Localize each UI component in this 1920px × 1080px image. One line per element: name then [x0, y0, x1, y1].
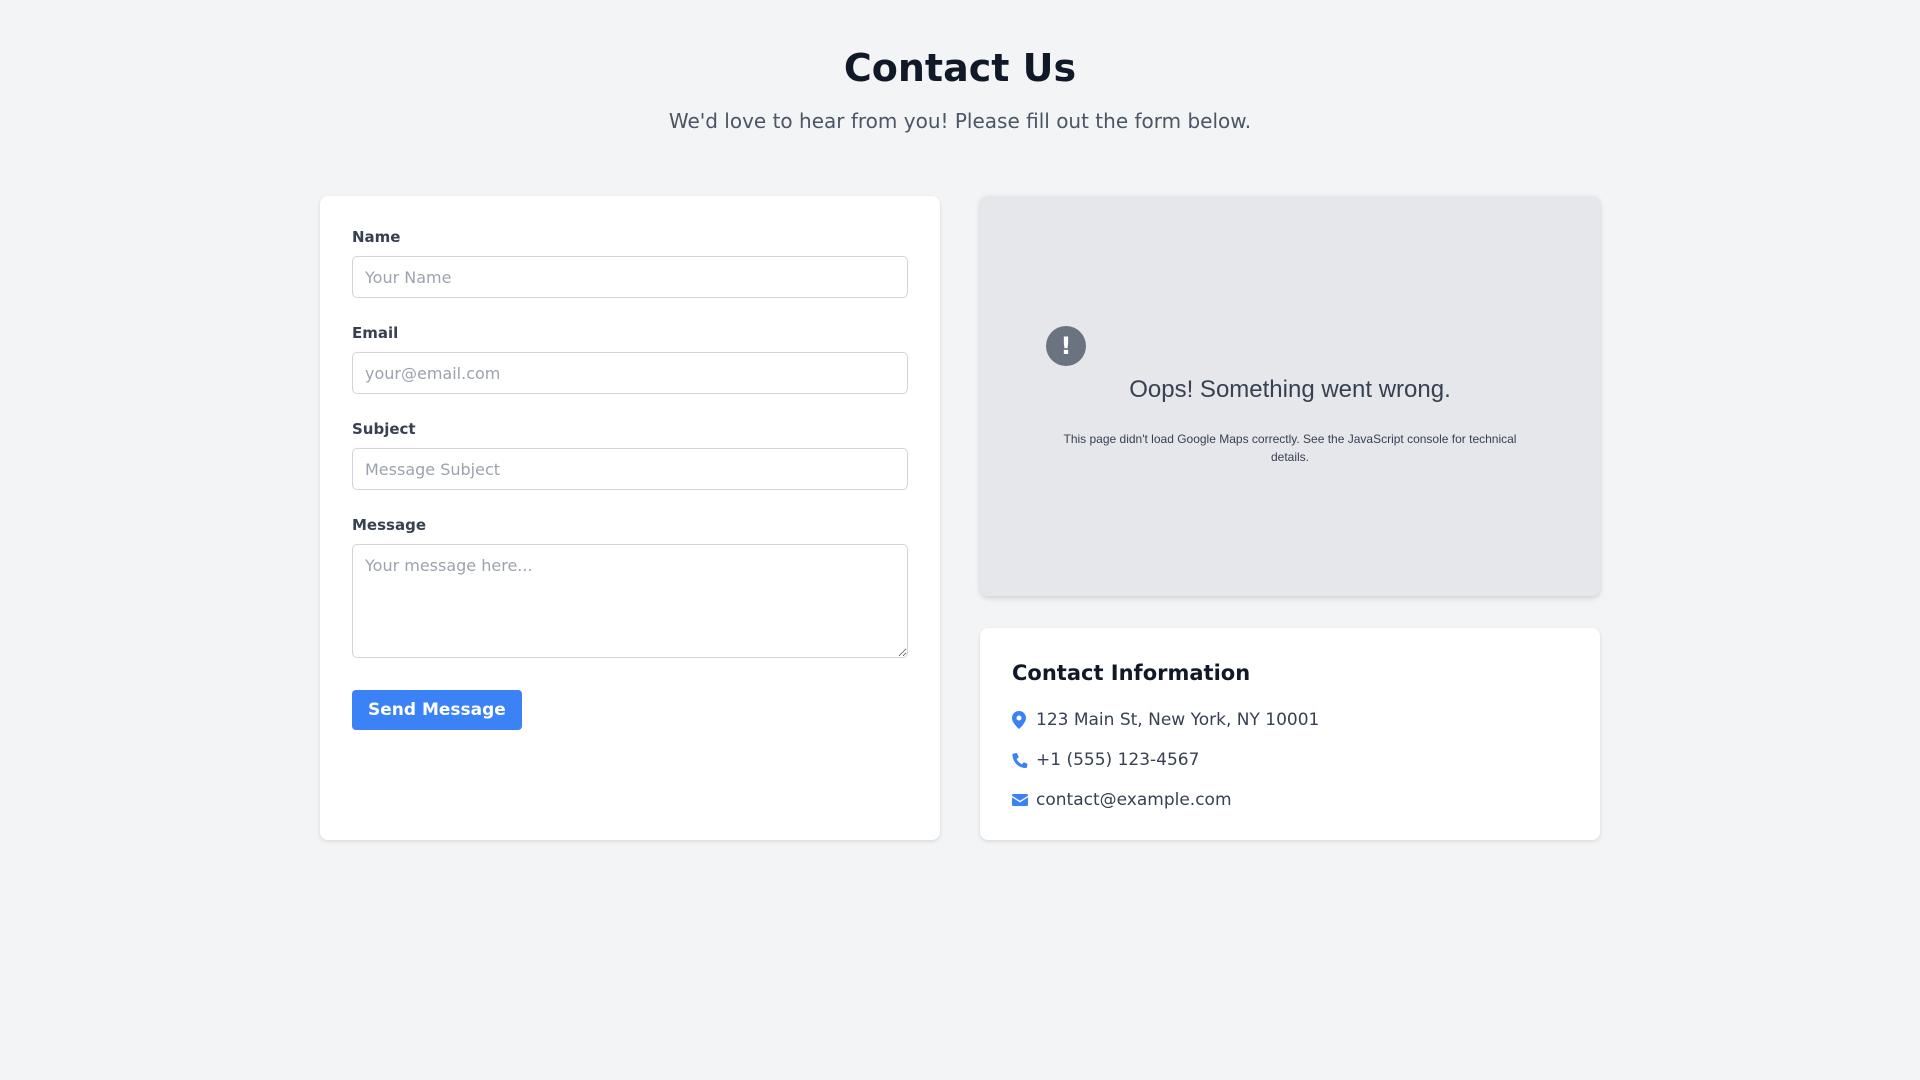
phone-text: +1 (555) 123-4567 [1036, 750, 1200, 770]
phone-icon [1012, 750, 1036, 770]
message-textarea[interactable] [352, 544, 908, 658]
phone-row: +1 (555) 123-4567 [1012, 740, 1568, 780]
address-row: 123 Main St, New York, NY 10001 [1012, 700, 1568, 740]
email-input[interactable] [352, 352, 908, 394]
subject-field-group: Subject [352, 420, 908, 490]
name-label: Name [352, 228, 401, 246]
subject-input[interactable] [352, 448, 908, 490]
page-title: Contact Us [843, 46, 1077, 90]
contact-information-card: Contact Information 123 Main St, New Yor… [980, 628, 1600, 840]
contact-information-title: Contact Information [1012, 661, 1251, 685]
address-text: 123 Main St, New York, NY 10001 [1036, 710, 1320, 730]
page-subtitle: We'd love to hear from you! Please fill … [668, 109, 1252, 133]
envelope-icon [1012, 790, 1036, 810]
map-error-panel: ! Oops! Something went wrong. This page … [980, 196, 1600, 596]
map-pin-icon [1012, 710, 1036, 730]
map-error-title: Oops! Something went wrong. [1129, 376, 1451, 403]
email-field-group: Email [352, 324, 908, 394]
name-field-group: Name [352, 228, 908, 298]
name-input[interactable] [352, 256, 908, 298]
message-field-group: Message [352, 516, 908, 658]
email-label: Email [352, 324, 399, 342]
contact-form-card: Name Email Subject Message Send Message [320, 196, 940, 840]
exclamation-icon: ! [1046, 326, 1086, 366]
subject-label: Subject [352, 420, 416, 438]
contact-form: Name Email Subject Message Send Message [352, 228, 908, 730]
email-text: contact@example.com [1036, 790, 1232, 810]
page-header: Contact Us We'd love to hear from you! P… [0, 44, 1920, 134]
send-message-button[interactable]: Send Message [352, 690, 522, 730]
email-row: contact@example.com [1012, 780, 1568, 820]
message-label: Message [352, 516, 426, 534]
map-error-details: This page didn't load Google Maps correc… [1063, 432, 1517, 464]
